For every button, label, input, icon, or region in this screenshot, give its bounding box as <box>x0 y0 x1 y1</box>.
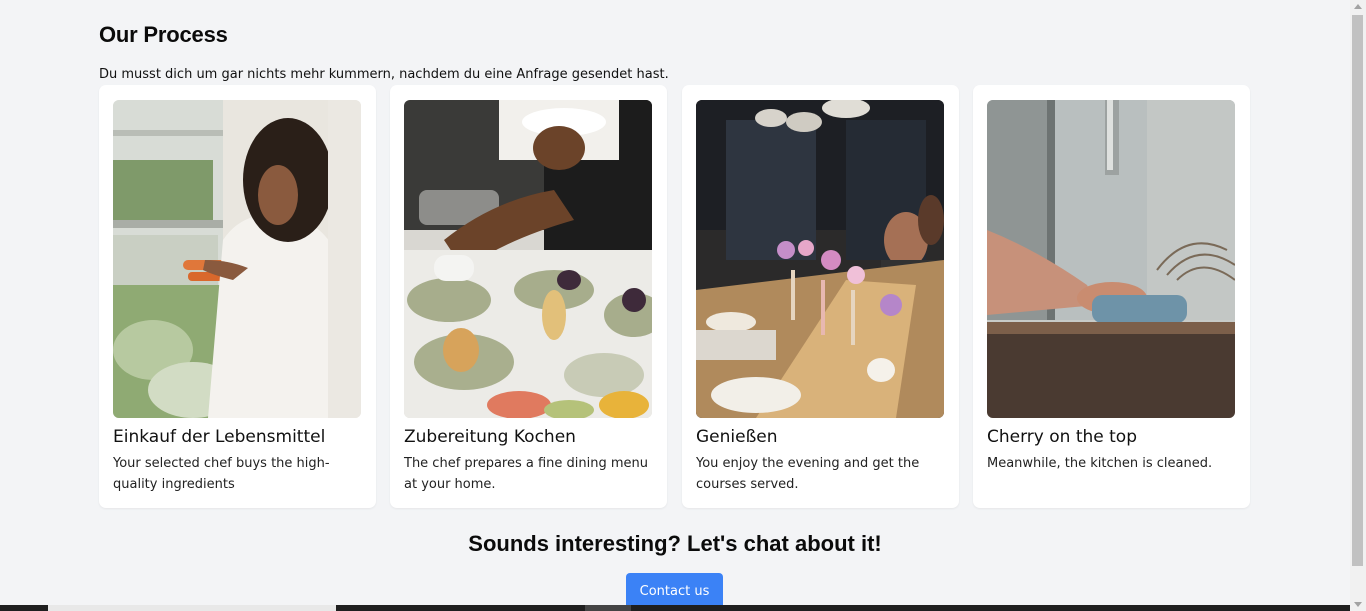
bottom-strip-segment <box>585 605 631 611</box>
section-description: Du musst dich um gar nichts mehr kummern… <box>99 67 669 82</box>
card-title: Zubereitung Kochen <box>404 427 576 447</box>
process-cards: Einkauf der Lebensmittel Your selected c… <box>99 85 1251 508</box>
woman-shopping-vegetables-photo <box>113 100 361 418</box>
card-title: Cherry on the top <box>987 427 1137 447</box>
card-title: Einkauf der Lebensmittel <box>113 427 326 447</box>
bottom-strip <box>0 605 1350 611</box>
bottom-strip-segment <box>48 605 336 611</box>
card-text: You enjoy the evening and get the course… <box>696 456 920 492</box>
scroll-up-icon[interactable] <box>1354 4 1362 9</box>
process-card-enjoy: Genießen You enjoy the evening and get t… <box>682 85 959 508</box>
card-image-enjoy <box>696 100 944 418</box>
card-text: Meanwhile, the kitchen is cleaned. <box>987 456 1213 471</box>
process-card-cleaning: Cherry on the top Meanwhile, the kitchen… <box>973 85 1250 508</box>
card-image-cooking <box>404 100 652 418</box>
card-text: The chef prepares a fine dining menu at … <box>404 456 649 492</box>
chef-plating-dishes-photo <box>404 100 652 418</box>
scrollbar-thumb[interactable] <box>1352 15 1363 566</box>
dinner-party-table-photo <box>696 100 944 418</box>
card-image-cleaning <box>987 100 1235 418</box>
card-text: Your selected chef buys the high-quality… <box>113 456 330 492</box>
process-card-shopping: Einkauf der Lebensmittel Your selected c… <box>99 85 376 508</box>
scroll-down-icon[interactable] <box>1354 602 1362 607</box>
card-title: Genießen <box>696 427 778 447</box>
vertical-scrollbar[interactable] <box>1350 0 1366 611</box>
process-card-cooking: Zubereitung Kochen The chef prepares a f… <box>390 85 667 508</box>
card-image-shopping <box>113 100 361 418</box>
contact-us-button[interactable]: Contact us <box>626 573 723 609</box>
kitchen-cleaning-photo <box>987 100 1235 418</box>
cta-title: Sounds interesting? Let's chat about it! <box>468 531 882 556</box>
page: Our Process Du musst dich um gar nichts … <box>0 0 1366 611</box>
section-title: Our Process <box>99 22 228 47</box>
